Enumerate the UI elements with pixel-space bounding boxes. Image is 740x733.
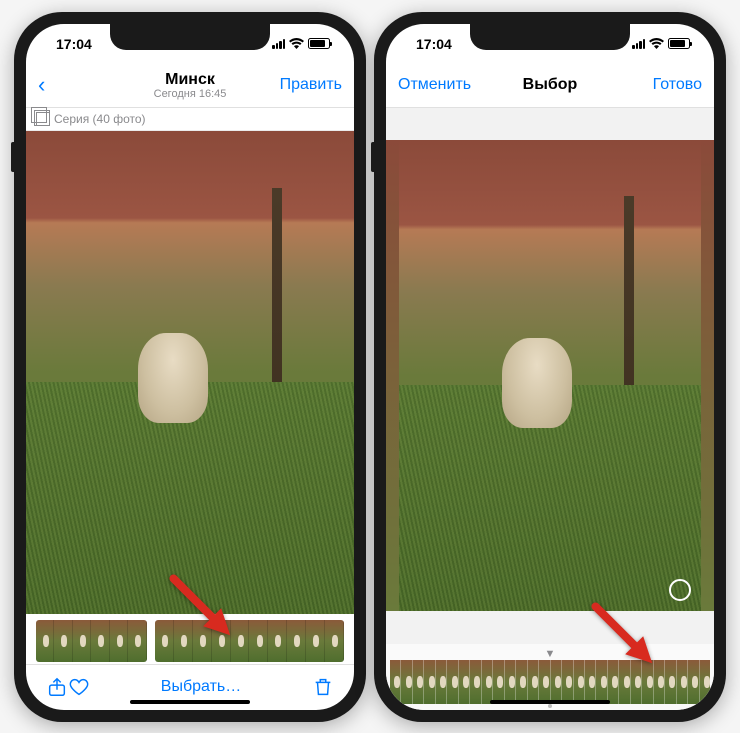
- filmstrip-thumb[interactable]: [515, 660, 526, 704]
- share-icon[interactable]: [46, 676, 68, 698]
- filmstrip-thumb[interactable]: [584, 660, 595, 704]
- thumb[interactable]: [155, 620, 174, 662]
- done-button[interactable]: Готово: [626, 76, 702, 94]
- thumb[interactable]: [128, 620, 146, 662]
- filmstrip-thumb[interactable]: [400, 660, 411, 704]
- thumb[interactable]: [193, 620, 212, 662]
- battery-icon: [668, 38, 690, 49]
- filmstrip-thumb[interactable]: [630, 660, 641, 704]
- thumb[interactable]: [91, 620, 109, 662]
- cancel-button[interactable]: Отменить: [398, 76, 474, 94]
- burst-photo-scroller[interactable]: [386, 108, 714, 644]
- thumb[interactable]: [54, 620, 72, 662]
- notch: [110, 24, 270, 50]
- filmstrip-thumb[interactable]: [412, 660, 423, 704]
- notch: [470, 24, 630, 50]
- phone-frame-right: 17:04 Отменить Выбор Готово: [374, 12, 726, 722]
- thumb[interactable]: [287, 620, 306, 662]
- trash-icon[interactable]: [312, 676, 334, 698]
- thumb[interactable]: [110, 620, 128, 662]
- thumb[interactable]: [325, 620, 344, 662]
- status-time: 17:04: [56, 36, 92, 52]
- cellular-icon: [272, 39, 285, 49]
- filmstrip-thumb[interactable]: [481, 660, 492, 704]
- thumb[interactable]: [174, 620, 193, 662]
- filmstrip-thumb[interactable]: [618, 660, 629, 704]
- status-time: 17:04: [416, 36, 452, 52]
- filmstrip-thumb[interactable]: [446, 660, 457, 704]
- filmstrip-thumb[interactable]: [527, 660, 538, 704]
- adjacent-photo-edge[interactable]: [386, 140, 399, 612]
- filmstrip-thumb[interactable]: [699, 660, 710, 704]
- thumb[interactable]: [249, 620, 268, 662]
- battery-icon: [308, 38, 330, 49]
- filmstrip-thumb[interactable]: [607, 660, 618, 704]
- thumb[interactable]: [212, 620, 231, 662]
- filmstrip-thumb[interactable]: [458, 660, 469, 704]
- caret-down-icon: ▼: [545, 648, 556, 660]
- edit-button[interactable]: Править: [266, 76, 342, 94]
- filmstrip-thumb[interactable]: [550, 660, 561, 704]
- screen-right: 17:04 Отменить Выбор Готово: [386, 24, 714, 710]
- filmstrip-dot-icon: [548, 704, 552, 708]
- phone-frame-left: 17:04 ‹ Минск Сегодня 16:45 Править Сери…: [14, 12, 366, 722]
- filmstrip-thumb[interactable]: [573, 660, 584, 704]
- back-button[interactable]: ‹: [38, 74, 114, 96]
- filmstrip-thumb[interactable]: [469, 660, 480, 704]
- home-indicator[interactable]: [490, 700, 610, 704]
- nav-bar: ‹ Минск Сегодня 16:45 Править: [26, 64, 354, 108]
- filmstrip-thumb[interactable]: [687, 660, 698, 704]
- filmstrip-thumb[interactable]: [561, 660, 572, 704]
- filmstrip-thumb[interactable]: [423, 660, 434, 704]
- cellular-icon: [632, 39, 645, 49]
- thumb[interactable]: [268, 620, 287, 662]
- favorite-icon[interactable]: [68, 676, 90, 698]
- thumb-group[interactable]: [155, 620, 344, 662]
- thumb-group[interactable]: [36, 620, 147, 662]
- filmstrip-thumb[interactable]: [538, 660, 549, 704]
- filmstrip-thumb[interactable]: [641, 660, 652, 704]
- filmstrip-thumb[interactable]: [676, 660, 687, 704]
- filmstrip-thumb[interactable]: [664, 660, 675, 704]
- adjacent-photo-edge[interactable]: [701, 140, 714, 612]
- burst-count: Серия (40 фото): [54, 112, 146, 126]
- chevron-left-icon: ‹: [38, 74, 45, 96]
- filmstrip-thumb[interactable]: [492, 660, 503, 704]
- select-button[interactable]: Выбрать…: [161, 678, 241, 696]
- wifi-icon: [649, 38, 664, 49]
- home-indicator[interactable]: [130, 700, 250, 704]
- filmstrip-thumb[interactable]: [653, 660, 664, 704]
- burst-label: Серия (40 фото): [26, 108, 354, 131]
- thumb[interactable]: [36, 620, 54, 662]
- main-photo: [26, 131, 354, 614]
- thumb[interactable]: [306, 620, 325, 662]
- filmstrip-thumb[interactable]: [435, 660, 446, 704]
- filmstrip-thumb[interactable]: [595, 660, 606, 704]
- filmstrip-thumb[interactable]: [390, 660, 400, 704]
- nav-bar: Отменить Выбор Готово: [386, 64, 714, 108]
- main-photo[interactable]: [399, 140, 701, 612]
- filmstrip-thumb[interactable]: [504, 660, 515, 704]
- photo-viewer[interactable]: [26, 131, 354, 614]
- thumb[interactable]: [231, 620, 250, 662]
- wifi-icon: [289, 38, 304, 49]
- screen-left: 17:04 ‹ Минск Сегодня 16:45 Править Сери…: [26, 24, 354, 710]
- burst-stack-icon: [36, 112, 50, 126]
- thumbnail-strip[interactable]: [26, 614, 354, 664]
- thumb[interactable]: [73, 620, 91, 662]
- filmstrip-track[interactable]: [390, 660, 710, 704]
